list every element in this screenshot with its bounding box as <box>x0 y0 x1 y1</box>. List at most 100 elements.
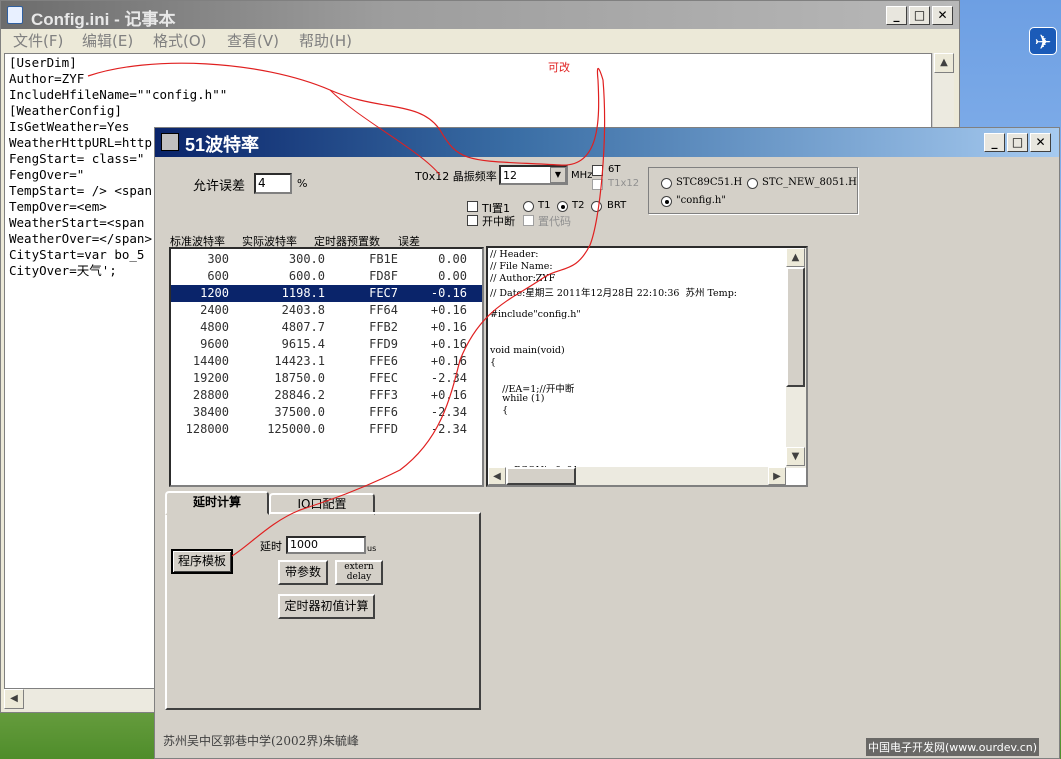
stc-new-8051-radio[interactable] <box>747 178 758 189</box>
cell-actual-baud: 37500.0 <box>274 405 325 419</box>
minimize-button[interactable]: _ <box>886 6 907 25</box>
code-line: { <box>490 405 509 416</box>
baud-table-row[interactable]: 19200 18750.0 FFEC -2.34 <box>171 370 482 387</box>
cell-standard-baud: 600 <box>207 269 229 283</box>
cell-standard-baud: 1200 <box>200 286 229 300</box>
embed-code-checkbox[interactable] <box>523 215 534 226</box>
app-maximize-button[interactable]: □ <box>1007 133 1028 152</box>
cell-timer-preset: FFE6 <box>369 354 398 368</box>
cell-standard-baud: 2400 <box>200 303 229 317</box>
header-file-group <box>648 167 858 214</box>
code-line: while (1) <box>490 393 545 404</box>
text-line: FengOver=" <box>9 167 85 182</box>
cell-actual-baud: 125000.0 <box>267 422 325 436</box>
text-line: IsGetWeather=Yes <box>9 119 130 134</box>
code-scroll-right-arrow-icon[interactable]: ▶ <box>768 467 786 485</box>
baud-table-row[interactable]: 4800 4807.7 FFB2 +0.16 <box>171 319 482 336</box>
code-line: { <box>490 357 497 368</box>
crystal-select[interactable]: 12 ▼ <box>499 165 568 185</box>
stc89c51-label: STC89C51.H <box>676 177 743 188</box>
code-line: void main(void) <box>490 345 565 356</box>
maximize-button[interactable]: □ <box>909 6 930 25</box>
tolerance-input[interactable]: 4 <box>254 173 292 194</box>
text-line: FengStart= class=" <box>9 151 145 166</box>
ti-set-checkbox[interactable] <box>467 201 478 212</box>
brt-radio[interactable] <box>591 201 602 212</box>
cell-actual-baud: 28846.2 <box>274 388 325 402</box>
notepad-title: Config.ini - 记事本 <box>31 10 176 29</box>
site-watermark: 中国电子开发网(www.ourdev.cn) <box>866 738 1040 756</box>
text-line: Author=ZYF <box>9 71 85 86</box>
annotation-note: 可改 <box>548 61 570 74</box>
scroll-left-arrow-icon[interactable]: ◀ <box>4 689 24 709</box>
cell-timer-preset: FFFD <box>369 422 398 436</box>
app-close-button[interactable]: ✕ <box>1030 133 1051 152</box>
cell-error: -0.16 <box>430 286 467 300</box>
cell-standard-baud: 9600 <box>200 337 229 351</box>
notepad-menubar: 文件(F) 编辑(E) 格式(O) 查看(V) 帮助(H) <box>1 29 959 51</box>
t1-radio[interactable] <box>523 201 534 212</box>
text-line: [UserDim] <box>9 55 77 70</box>
notepad-titlebar[interactable]: Config.ini - 记事本 _ □ ✕ <box>1 1 959 29</box>
code-scroll-thumb[interactable] <box>786 267 805 387</box>
extern-delay-button[interactable]: extern delay <box>335 560 383 585</box>
menu-format[interactable]: 格式(O) <box>153 30 207 51</box>
baud-calculator-window: 51波特率 _ □ ✕ 允许误差 4 % T0x12 晶振频率 12 ▼ MHz… <box>154 127 1060 759</box>
cell-error: +0.16 <box>430 320 467 334</box>
app-titlebar[interactable]: 51波特率 _ □ ✕ <box>155 128 1059 157</box>
menu-edit[interactable]: 编辑(E) <box>82 30 133 51</box>
code-scroll-down-arrow-icon[interactable]: ▼ <box>786 447 805 466</box>
t1x12-label: T1x12 <box>608 178 640 189</box>
close-button[interactable]: ✕ <box>932 6 953 25</box>
config-h-label: "config.h" <box>676 195 726 206</box>
t1x12-checkbox[interactable] <box>592 179 603 190</box>
cell-error: +0.16 <box>430 354 467 368</box>
t2-radio[interactable] <box>557 201 568 212</box>
baud-rate-list[interactable]: 300 300.0 FB1E 0.00 600 600.0 FD8F 0.00 1200 1198… <box>169 247 484 487</box>
baud-table-row[interactable]: 300 300.0 FB1E 0.00 <box>171 251 482 268</box>
template-button[interactable]: 程序模板 <box>171 549 233 574</box>
baud-table-row[interactable]: 128000 125000.0 FFFD -2.34 <box>171 421 482 438</box>
scroll-up-arrow-icon[interactable]: ▲ <box>934 53 954 73</box>
cell-error: +0.16 <box>430 388 467 402</box>
t1-label: T1 <box>538 200 551 211</box>
embed-code-label: 置代码 <box>538 215 571 228</box>
desktop-app-icon[interactable]: ✈ <box>1029 27 1057 55</box>
app-title: 51波特率 <box>185 135 260 155</box>
menu-help[interactable]: 帮助(H) <box>299 30 352 51</box>
code-scroll-up-arrow-icon[interactable]: ▲ <box>786 248 805 267</box>
cell-actual-baud: 14423.1 <box>274 354 325 368</box>
code-scroll-left-arrow-icon[interactable]: ◀ <box>488 467 506 485</box>
app-minimize-button[interactable]: _ <box>984 133 1005 152</box>
code-vertical-scrollbar[interactable]: ▲ ▼ <box>786 248 806 468</box>
with-params-button[interactable]: 带参数 <box>278 560 328 585</box>
menu-file[interactable]: 文件(F) <box>13 30 63 51</box>
config-h-radio[interactable] <box>661 196 672 207</box>
baud-table-row[interactable]: 14400 14423.1 FFE6 +0.16 <box>171 353 482 370</box>
timer-init-calc-button[interactable]: 定时器初值计算 <box>278 594 375 619</box>
cell-standard-baud: 4800 <box>200 320 229 334</box>
baud-table-row[interactable]: 9600 9615.4 FFD9 +0.16 <box>171 336 482 353</box>
baud-table-row[interactable]: 28800 28846.2 FFF3 +0.16 <box>171 387 482 404</box>
cell-error: -2.34 <box>430 422 467 436</box>
baud-table-row[interactable]: 2400 2403.8 FF64 +0.16 <box>171 302 482 319</box>
enable-interrupt-checkbox[interactable] <box>467 215 478 226</box>
chevron-down-icon[interactable]: ▼ <box>550 167 566 183</box>
crystal-unit: MHz <box>571 170 593 181</box>
cell-timer-preset: FB1E <box>369 252 398 266</box>
stc-new-8051-label: STC_NEW_8051.H <box>762 177 857 188</box>
6t-checkbox[interactable] <box>592 165 603 176</box>
cell-actual-baud: 9615.4 <box>281 337 325 351</box>
cell-timer-preset: FFEC <box>369 371 398 385</box>
code-horizontal-scrollbar[interactable]: ◀ ▶ <box>488 467 786 485</box>
baud-table-row[interactable]: 1200 1198.1 FEC7 -0.16 <box>171 285 482 302</box>
baud-table-row[interactable]: 600 600.0 FD8F 0.00 <box>171 268 482 285</box>
code-hscroll-thumb[interactable] <box>506 467 576 485</box>
menu-view[interactable]: 查看(V) <box>227 30 279 51</box>
tab-delay-calc[interactable]: 延时计算 <box>165 491 269 515</box>
code-preview[interactable]: // Header:// File Name:// Author:ZYF // D… <box>486 246 808 487</box>
stc89c51-radio[interactable] <box>661 178 672 189</box>
cell-timer-preset: FF64 <box>369 303 398 317</box>
baud-table-row[interactable]: 38400 37500.0 FFF6 -2.34 <box>171 404 482 421</box>
delay-input[interactable]: 1000 <box>286 536 366 554</box>
